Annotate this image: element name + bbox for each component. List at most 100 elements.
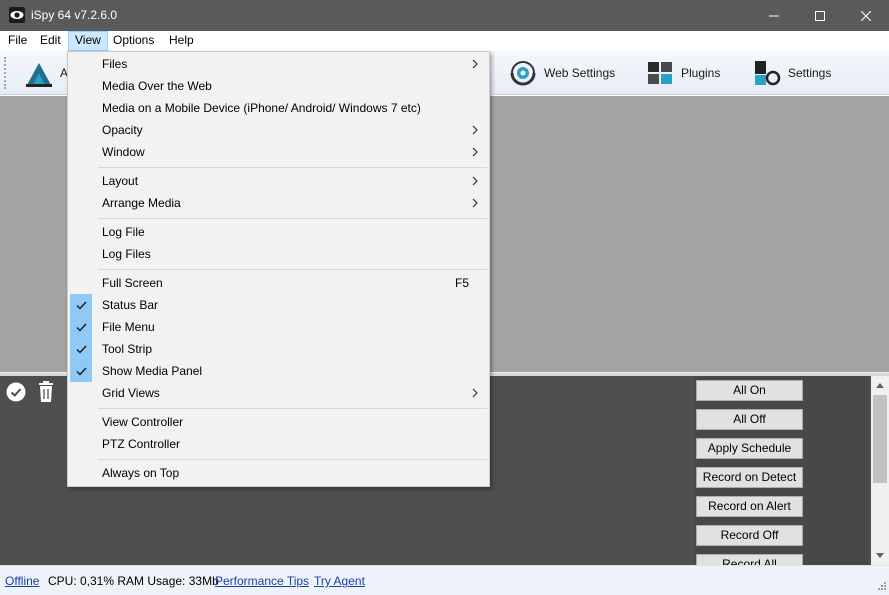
menu-separator: [98, 459, 487, 460]
record-off-button[interactable]: Record Off: [696, 525, 803, 546]
menu-item-label: PTZ Controller: [102, 437, 181, 451]
menu-separator: [98, 167, 487, 168]
menu-item-label: Media Over the Web: [102, 79, 212, 93]
title-bar: iSpy 64 v7.2.6.0: [0, 0, 889, 31]
shortcut-label: F5: [454, 276, 469, 290]
all-off-button[interactable]: All Off: [696, 409, 803, 430]
menu-bar: File Edit View Options Help: [0, 31, 889, 51]
status-bar: Offline CPU: 0,31% RAM Usage: 33Mb Perfo…: [0, 565, 889, 595]
view-menu-file-menu[interactable]: File Menu: [68, 316, 489, 338]
view-menu-log-files[interactable]: Log Files: [68, 243, 489, 265]
record-on-detect-button[interactable]: Record on Detect: [696, 467, 803, 488]
view-menu-show-media-panel[interactable]: Show Media Panel: [68, 360, 489, 382]
command-scrollbar[interactable]: [871, 376, 889, 565]
check-circle-icon[interactable]: [6, 382, 26, 402]
performance-tips-link[interactable]: Performance Tips: [215, 574, 309, 588]
checkmark-box: [70, 338, 92, 360]
trash-icon[interactable]: [37, 381, 55, 403]
plugins-button[interactable]: Plugins: [645, 57, 720, 89]
checkmark-icon: [76, 323, 87, 332]
apply-schedule-button[interactable]: Apply Schedule: [696, 438, 803, 459]
menu-help[interactable]: Help: [163, 31, 200, 51]
menu-item-label: View Controller: [102, 415, 184, 429]
minimize-icon: [769, 15, 779, 16]
menu-options[interactable]: Options: [107, 31, 160, 51]
view-menu-layout[interactable]: Layout: [68, 170, 489, 192]
ispy-eye-icon: [9, 7, 25, 23]
minimize-button[interactable]: [751, 0, 797, 31]
checkmark-box: [70, 316, 92, 338]
view-menu-tool-strip[interactable]: Tool Strip: [68, 338, 489, 360]
menu-item-label: Always on Top: [102, 466, 180, 480]
menu-item-label: Log Files: [102, 247, 151, 261]
try-agent-link[interactable]: Try Agent: [314, 574, 365, 588]
scroll-down-button[interactable]: [871, 547, 889, 564]
view-menu-log-file[interactable]: Log File: [68, 221, 489, 243]
settings-label: Settings: [788, 66, 832, 80]
view-menu-ptz-controller[interactable]: PTZ Controller: [68, 433, 489, 455]
menu-item-label: Show Media Panel: [102, 364, 203, 378]
view-menu-media-over-web[interactable]: Media Over the Web: [68, 75, 489, 97]
web-settings-icon: [510, 61, 536, 86]
maximize-icon: [815, 10, 825, 21]
add-button[interactable]: A: [24, 57, 68, 89]
toolbar-grip[interactable]: [4, 57, 6, 89]
plugins-label: Plugins: [681, 66, 721, 80]
menu-item-label: Media on a Mobile Device (iPhone/ Androi…: [102, 101, 421, 115]
checkmark-icon: [76, 345, 87, 354]
submenu-arrow-icon: [472, 147, 478, 157]
maximize-button[interactable]: [797, 0, 843, 31]
menu-item-label: Arrange Media: [102, 196, 181, 210]
submenu-arrow-icon: [472, 176, 478, 186]
menu-item-label: Files: [102, 57, 128, 71]
record-on-alert-button[interactable]: Record on Alert: [696, 496, 803, 517]
menu-item-label: Tool Strip: [102, 342, 153, 356]
record-all-button[interactable]: Record All: [696, 554, 803, 565]
submenu-arrow-icon: [472, 125, 478, 135]
chevron-down-icon: [876, 553, 884, 558]
web-settings-button[interactable]: Web Settings: [508, 57, 615, 89]
menu-item-label: Layout: [102, 174, 139, 188]
view-menu-view-controller[interactable]: View Controller: [68, 411, 489, 433]
menu-item-label: Status Bar: [102, 298, 159, 312]
view-menu-dropdown: Files Media Over the Web Media on a Mobi…: [67, 51, 490, 487]
menu-view[interactable]: View: [68, 31, 108, 51]
view-menu-window[interactable]: Window: [68, 141, 489, 163]
add-camera-icon: [26, 63, 52, 87]
view-menu-media-mobile[interactable]: Media on a Mobile Device (iPhone/ Androi…: [68, 97, 489, 119]
menu-separator: [98, 408, 487, 409]
view-menu-status-bar[interactable]: Status Bar: [68, 294, 489, 316]
window-title: iSpy 64 v7.2.6.0: [31, 8, 118, 22]
chevron-up-icon: [876, 383, 884, 388]
menu-item-label: Window: [102, 145, 145, 159]
all-on-button[interactable]: All On: [696, 380, 803, 401]
menu-item-label: Log File: [102, 225, 145, 239]
submenu-arrow-icon: [472, 388, 478, 398]
submenu-arrow-icon: [472, 198, 478, 208]
command-panel: All On All Off Apply Schedule Record on …: [694, 376, 869, 565]
view-menu-grid-views[interactable]: Grid Views: [68, 382, 489, 404]
resize-grip-icon[interactable]: [875, 581, 887, 593]
settings-button[interactable]: Settings: [752, 57, 831, 89]
offline-link[interactable]: Offline: [5, 574, 39, 588]
view-menu-opacity[interactable]: Opacity: [68, 119, 489, 141]
web-settings-label: Web Settings: [544, 66, 616, 80]
menu-item-label: Grid Views: [102, 386, 160, 400]
menu-file[interactable]: File: [2, 31, 33, 51]
settings-gear-icon: [755, 61, 781, 86]
view-menu-arrange-media[interactable]: Arrange Media: [68, 192, 489, 214]
close-button[interactable]: [843, 0, 889, 31]
menu-item-label: Full Screen: [102, 276, 163, 290]
checkmark-icon: [76, 367, 87, 376]
scroll-up-button[interactable]: [871, 377, 889, 394]
menu-item-label: Opacity: [102, 123, 143, 137]
close-icon: [861, 10, 871, 21]
plugins-icon: [648, 62, 672, 84]
menu-edit[interactable]: Edit: [34, 31, 67, 51]
submenu-arrow-icon: [472, 59, 478, 69]
scroll-thumb[interactable]: [873, 395, 887, 483]
view-menu-full-screen[interactable]: Full Screen F5: [68, 272, 489, 294]
view-menu-always-on-top[interactable]: Always on Top: [68, 462, 489, 484]
view-menu-files[interactable]: Files: [68, 53, 489, 75]
resource-usage-text: CPU: 0,31% RAM Usage: 33Mb: [48, 574, 219, 588]
